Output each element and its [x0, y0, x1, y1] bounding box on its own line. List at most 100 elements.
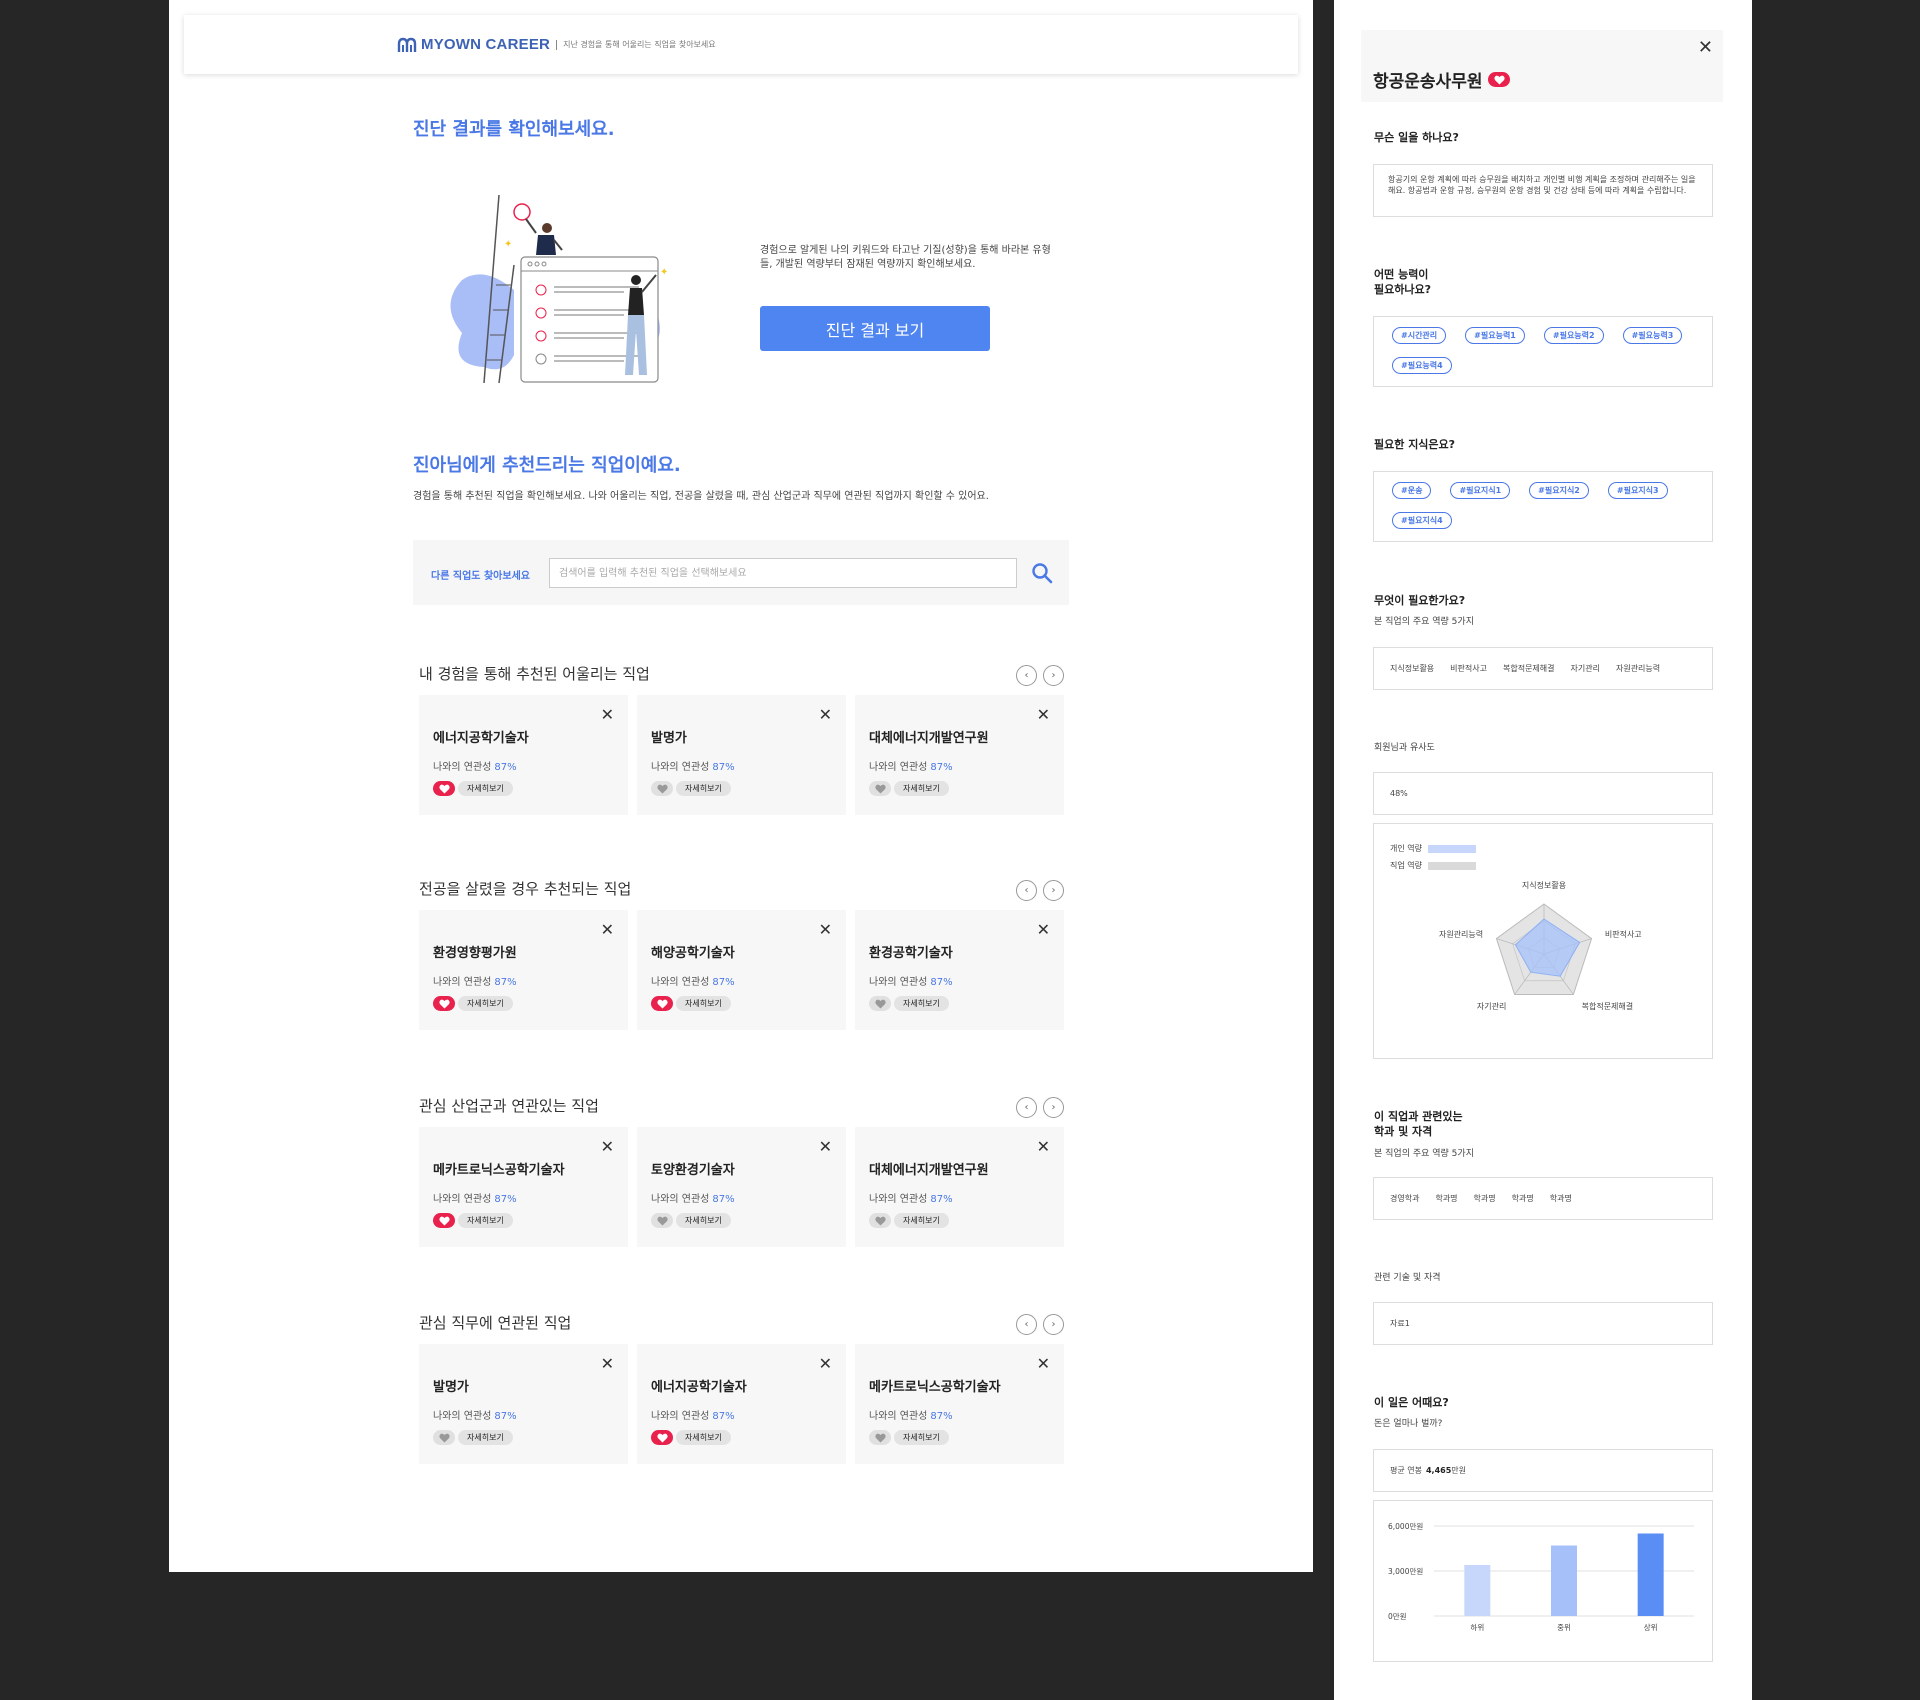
tag[interactable]: #필요지식1 [1450, 482, 1511, 499]
major-item: 학과명 [1435, 1194, 1458, 1203]
like-toggle[interactable] [433, 1430, 455, 1445]
job-card[interactable]: ✕ 에너지공학기술자 나와의 연관성 87% 자세히보기 [419, 695, 628, 815]
like-toggle[interactable] [433, 996, 455, 1011]
close-icon[interactable]: ✕ [601, 922, 614, 938]
job-card[interactable]: ✕ 환경공학기술자 나와의 연관성 87% 자세히보기 [855, 910, 1064, 1030]
detail-button[interactable]: 자세히보기 [676, 1213, 731, 1228]
job-card-list: ✕ 환경영향평가원 나와의 연관성 87% 자세히보기 ✕ 해양공학기술자 나와의 연관성 87… [419, 910, 1064, 1030]
salary-bar [1637, 1533, 1664, 1616]
job-card[interactable]: ✕ 발명가 나와의 연관성 87% 자세히보기 [419, 1344, 628, 1464]
job-card[interactable]: ✕ 메카트로닉스공학기술자 나와의 연관성 87% 자세히보기 [419, 1127, 628, 1247]
like-toggle[interactable] [869, 1213, 891, 1228]
close-icon[interactable]: ✕ [601, 1356, 614, 1372]
next-arrow-icon[interactable]: › [1043, 1314, 1064, 1335]
detail-button[interactable]: 자세히보기 [894, 996, 949, 1011]
radar-axis-label: 자기관리 [1477, 1001, 1506, 1011]
like-toggle[interactable] [651, 1213, 673, 1228]
like-toggle[interactable] [651, 781, 673, 796]
detail-button[interactable]: 자세히보기 [676, 1430, 731, 1445]
salary-bar [1464, 1565, 1491, 1616]
close-icon[interactable]: ✕ [819, 922, 832, 938]
close-icon[interactable]: ✕ [1037, 922, 1050, 938]
detail-button[interactable]: 자세히보기 [894, 1430, 949, 1445]
logo[interactable]: MYOWN CAREER 지난 경험을 통해 어울리는 직업을 찾아보세요 [397, 36, 716, 53]
tag[interactable]: #필요능력2 [1543, 327, 1604, 344]
close-icon[interactable]: ✕ [1037, 707, 1050, 723]
detail-button[interactable]: 자세히보기 [458, 1213, 513, 1228]
close-icon[interactable]: ✕ [601, 707, 614, 723]
job-card[interactable]: ✕ 발명가 나와의 연관성 87% 자세히보기 [637, 695, 846, 815]
job-title: 항공운송사무원 [1373, 72, 1483, 92]
brand-tagline: 지난 경험을 통해 어울리는 직업을 찾아보세요 [563, 40, 716, 49]
job-card-title: 메카트로닉스공학기술자 [869, 1380, 1001, 1395]
salary-question: 이 일은 어때요? [1374, 1396, 1449, 1409]
view-result-button[interactable]: 진단 결과 보기 [760, 306, 990, 351]
close-icon[interactable]: ✕ [1037, 1356, 1050, 1372]
like-toggle[interactable] [433, 781, 455, 796]
prev-arrow-icon[interactable]: ‹ [1016, 1314, 1037, 1335]
tag[interactable]: #필요능력1 [1465, 327, 1525, 344]
prev-arrow-icon[interactable]: ‹ [1016, 1097, 1037, 1118]
section-nav: ‹ › [1016, 665, 1064, 686]
job-card[interactable]: ✕ 해양공학기술자 나와의 연관성 87% 자세히보기 [637, 910, 846, 1030]
brand-divider [556, 39, 558, 50]
search-icon[interactable] [1031, 562, 1053, 584]
like-toggle[interactable] [1488, 72, 1511, 87]
prev-arrow-icon[interactable]: ‹ [1016, 665, 1037, 686]
tag[interactable]: #필요지식4 [1392, 512, 1452, 529]
close-icon[interactable]: ✕ [819, 1139, 832, 1155]
next-arrow-icon[interactable]: › [1043, 1097, 1064, 1118]
detail-button[interactable]: 자세히보기 [458, 781, 513, 796]
detail-button[interactable]: 자세히보기 [894, 781, 949, 796]
like-toggle[interactable] [869, 996, 891, 1011]
relation-label: 나와의 연관성 [869, 1194, 928, 1205]
relation-percent: 87% [494, 762, 517, 773]
like-toggle[interactable] [869, 1430, 891, 1445]
job-card[interactable]: ✕ 토양환경기술자 나와의 연관성 87% 자세히보기 [637, 1127, 846, 1247]
major-question-line1: 이 직업과 관련있는 [1374, 1110, 1463, 1123]
knowledge-tags: #운송 #필요지식1 #필요지식2 #필요지식3 #필요지식4 [1392, 482, 1702, 529]
close-icon[interactable]: ✕ [601, 1139, 614, 1155]
detail-button[interactable]: 자세히보기 [458, 996, 513, 1011]
job-card[interactable]: ✕ 메카트로닉스공학기술자 나와의 연관성 87% 자세히보기 [855, 1344, 1064, 1464]
tag[interactable]: #시간관리 [1392, 327, 1447, 344]
tag[interactable]: #필요지식3 [1607, 482, 1668, 499]
job-search-input[interactable] [549, 558, 1017, 588]
close-icon[interactable]: ✕ [1698, 37, 1713, 58]
logo-mark-icon [397, 37, 417, 52]
next-arrow-icon[interactable]: › [1043, 665, 1064, 686]
major-list: 경영학과 학과명 학과명 학과명 학과명 [1390, 1178, 1572, 1219]
detail-button[interactable]: 자세히보기 [894, 1213, 949, 1228]
tag[interactable]: #필요지식2 [1529, 482, 1589, 499]
close-icon[interactable]: ✕ [819, 1356, 832, 1372]
like-toggle[interactable] [869, 781, 891, 796]
prev-arrow-icon[interactable]: ‹ [1016, 880, 1037, 901]
search-label: 다른 직업도 찾아보세요 [431, 571, 530, 582]
like-toggle[interactable] [433, 1213, 455, 1228]
major-question-line2: 학과 및 자격 [1374, 1125, 1433, 1138]
radar-chart: 지식정보활용비판적사고복합적문제해결 자기관리 자원관리능력 [1439, 880, 1642, 1011]
relation-percent: 87% [930, 977, 953, 988]
job-card[interactable]: ✕ 에너지공학기술자 나와의 연관성 87% 자세히보기 [637, 1344, 846, 1464]
job-card-list: ✕ 메카트로닉스공학기술자 나와의 연관성 87% 자세히보기 ✕ 토양환경기술자 나와의 연… [419, 1127, 1064, 1247]
tag[interactable]: #필요능력4 [1392, 357, 1452, 374]
detail-button[interactable]: 자세히보기 [458, 1430, 513, 1445]
job-card[interactable]: ✕ 환경영향평가원 나와의 연관성 87% 자세히보기 [419, 910, 628, 1030]
tag[interactable]: #필요능력3 [1622, 327, 1683, 344]
job-card[interactable]: ✕ 대체에너지개발연구원 나와의 연관성 87% 자세히보기 [855, 695, 1064, 815]
job-card-relation: 나와의 연관성 87% [869, 758, 953, 773]
detail-button[interactable]: 자세히보기 [676, 781, 731, 796]
major-subtitle: 본 직업의 주요 역량 5가지 [1374, 1149, 1474, 1159]
job-card-relation: 나와의 연관성 87% [651, 1190, 735, 1205]
close-icon[interactable]: ✕ [1037, 1139, 1050, 1155]
tag[interactable]: #운송 [1392, 482, 1432, 499]
job-card[interactable]: ✕ 대체에너지개발연구원 나와의 연관성 87% 자세히보기 [855, 1127, 1064, 1247]
close-icon[interactable]: ✕ [819, 707, 832, 723]
brand-name: MYOWN CAREER [421, 36, 551, 53]
like-toggle[interactable] [651, 1430, 673, 1445]
next-arrow-icon[interactable]: › [1043, 880, 1064, 901]
detail-button[interactable]: 자세히보기 [676, 996, 731, 1011]
svg-text:✦: ✦ [504, 239, 512, 250]
bar-x-label: 상위 [1644, 1622, 1658, 1632]
like-toggle[interactable] [651, 996, 673, 1011]
